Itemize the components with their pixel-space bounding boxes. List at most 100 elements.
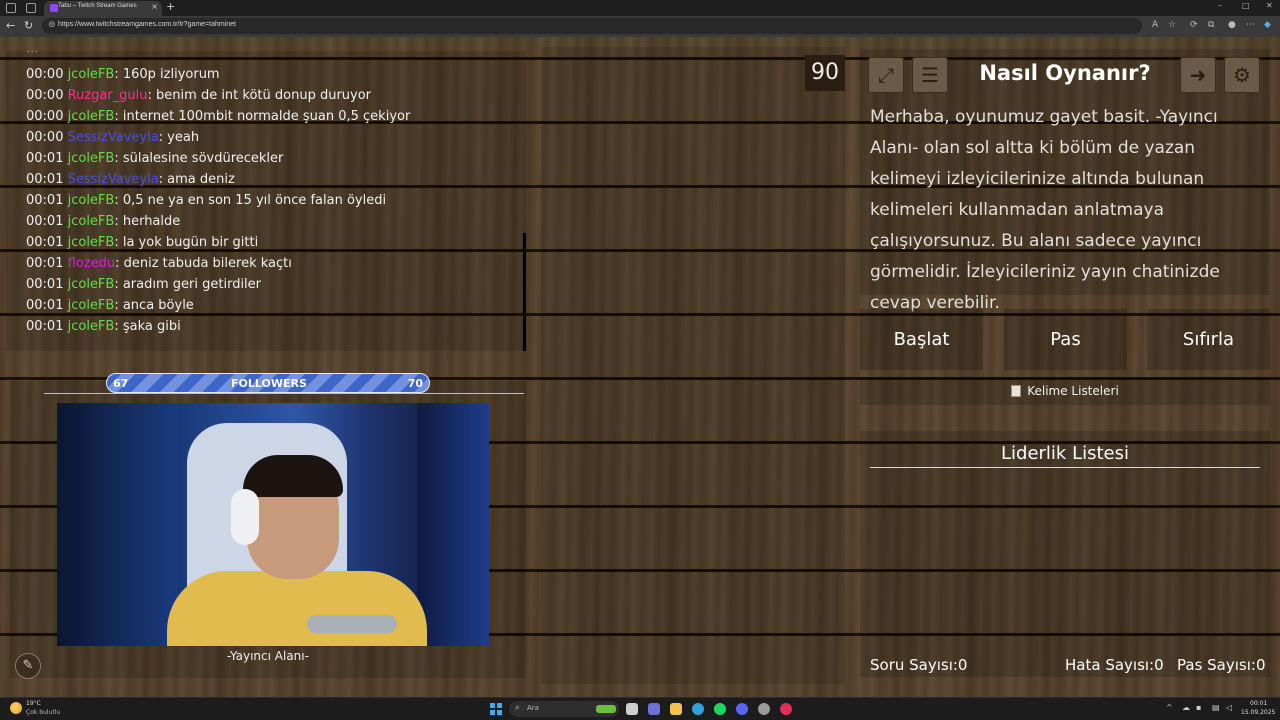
favorite-star-icon[interactable]: ☆: [1168, 20, 1176, 30]
chat-username[interactable]: flozedu: [68, 256, 115, 271]
back-icon[interactable]: ←: [6, 19, 15, 32]
chat-message: 00:01 flozedu: deniz tabuda bilerek kaçt…: [26, 256, 292, 271]
streamer-area-label: -Yayıncı Alanı-: [227, 649, 309, 663]
chat-message: 00:00 Ruzgar_gulu: benim de int kötü don…: [26, 88, 371, 103]
followers-goal-bar: 67 FOLLOWERS 70: [106, 373, 430, 393]
reset-button[interactable]: Sıfırla: [1147, 309, 1270, 370]
windows-start-icon[interactable]: [490, 703, 502, 715]
tab-close-icon[interactable]: ×: [151, 2, 158, 11]
discord-icon[interactable]: [736, 703, 748, 715]
chat-username[interactable]: jcoleFB: [68, 235, 115, 250]
tray-cloud-icon[interactable]: ☁: [1182, 703, 1190, 712]
how-to-play-title: Nasıl Oynanır?: [979, 61, 1151, 85]
chat-time: 00:01: [26, 277, 64, 292]
chat-text: : sülalesine sövdürecekler: [114, 151, 284, 166]
refresh-page-icon[interactable]: ⟳: [1190, 20, 1198, 30]
webcam-feed: [57, 403, 489, 646]
profile-avatar-icon[interactable]: ●: [1228, 20, 1236, 30]
chat-username[interactable]: jcoleFB: [68, 298, 115, 313]
minimize-icon[interactable]: –: [1218, 1, 1222, 10]
chat-message: 00:00 jcoleFB: internet 100mbit normalde…: [26, 109, 410, 124]
chat-text: : internet 100mbit normalde şuan 0,5 çek…: [114, 109, 411, 124]
chat-text: : ama deniz: [158, 172, 235, 187]
chat-username[interactable]: SessizVaveyla: [68, 172, 159, 187]
chat-text: : deniz tabuda bilerek kaçtı: [115, 256, 292, 271]
maximize-icon[interactable]: □: [1242, 1, 1250, 10]
task-view-icon[interactable]: [626, 703, 638, 715]
address-url: https://www.twitchstreamgames.com.tr/tr?…: [58, 21, 236, 28]
chat-text: : aradım geri getirdiler: [114, 277, 262, 292]
chat-scrollbar[interactable]: [523, 233, 526, 351]
word-panel: 90: [541, 47, 845, 684]
chat-username[interactable]: jcoleFB: [68, 151, 115, 166]
pass-button[interactable]: Pas: [1004, 309, 1127, 370]
chat-time: 00:01: [26, 319, 64, 334]
tab-actions-icon[interactable]: [26, 3, 36, 13]
app-red-icon[interactable]: [780, 703, 792, 715]
notes-icon[interactable]: ☰: [912, 57, 948, 93]
chat-text: : la yok bugün bir gitti: [114, 235, 259, 250]
chat-text: : yeah: [158, 130, 200, 145]
word-lists-label: Kelime Listeleri: [1027, 384, 1119, 398]
site-info-icon[interactable]: ⊜: [48, 20, 56, 30]
file-explorer-icon[interactable]: [670, 703, 682, 715]
chat-message: 00:01 jcoleFB: şaka gibi: [26, 319, 181, 334]
settings-more-icon[interactable]: ⋯: [1246, 20, 1255, 30]
exit-icon[interactable]: ➜: [1180, 57, 1216, 93]
browser-tab[interactable]: Tabu – Twitch Stream Games ×: [44, 1, 162, 16]
clock-date: 15.09.2025: [1241, 709, 1276, 716]
copilot-app-icon[interactable]: [648, 703, 660, 715]
reload-icon[interactable]: ↻: [24, 19, 33, 32]
volume-icon[interactable]: ◁: [1226, 703, 1232, 712]
tray-app-icon[interactable]: ▪: [1196, 703, 1201, 712]
chat-username[interactable]: jcoleFB: [68, 277, 115, 292]
leaderboard-title: Liderlik Listesi: [1001, 443, 1129, 464]
countdown-timer: 90: [805, 55, 845, 91]
chat-username[interactable]: jcoleFB: [68, 214, 115, 229]
chat-message: 00:01 jcoleFB: la yok bugün bir gitti: [26, 235, 258, 250]
chat-username[interactable]: jcoleFB: [68, 67, 115, 82]
question-count: Soru Sayısı:0: [870, 656, 968, 674]
chat-username[interactable]: Ruzgar_gulu: [68, 88, 148, 103]
chat-panel: 00:00 jcoleFB: 160p izliyorum 00:00 Ruzga…: [6, 51, 526, 351]
windows-taskbar: 19°C Çok bulutlu ⌕ Ara ^ ☁ ▪ ▤ ◁ 00:01 1…: [0, 697, 1280, 720]
network-icon[interactable]: ▤: [1212, 703, 1220, 712]
edge-browser-icon[interactable]: [692, 703, 704, 715]
chat-username[interactable]: jcoleFB: [68, 319, 115, 334]
new-tab-button[interactable]: +: [166, 0, 175, 13]
chat-username[interactable]: SessizVaveyla: [68, 130, 159, 145]
chat-username[interactable]: jcoleFB: [68, 109, 115, 124]
spotify-icon[interactable]: [714, 703, 726, 715]
chat-time: 00:00: [26, 130, 64, 145]
browser-menu-icon[interactable]: [6, 3, 16, 13]
chat-time: 00:00: [26, 109, 64, 124]
game-page: 00:00 jcoleFB: 160p izliyorum 00:00 Ruzga…: [0, 37, 1280, 697]
read-aloud-icon[interactable]: A: [1152, 20, 1158, 30]
fullscreen-icon[interactable]: ⤢: [868, 57, 904, 93]
chat-time: 00:01: [26, 193, 64, 208]
start-button[interactable]: Başlat: [860, 309, 983, 370]
pen-tool-button[interactable]: ✎: [15, 653, 41, 679]
weather-icon[interactable]: [10, 702, 22, 714]
chat-text: : şaka gibi: [114, 319, 181, 334]
address-bar[interactable]: ⊜ https://www.twitchstreamgames.com.tr/t…: [42, 18, 1142, 34]
chat-time: 00:01: [26, 151, 64, 166]
chat-text: : herhalde: [114, 214, 181, 229]
followers-label: FOLLOWERS: [231, 377, 307, 390]
chat-message: 00:00 SessizVaveyla: yeah: [26, 130, 199, 145]
copilot-icon[interactable]: ◆: [1264, 20, 1271, 30]
widgets-icon[interactable]: [596, 705, 616, 713]
collections-icon[interactable]: ⧉: [1208, 20, 1214, 30]
chat-text: : anca böyle: [114, 298, 194, 313]
chat-time: 00:01: [26, 256, 64, 271]
tray-chevron-icon[interactable]: ^: [1166, 703, 1173, 712]
how-to-play-panel: ⤢ ☰ Nasıl Oynanır? ➜ ⚙ Merhaba, oyunumuz…: [860, 49, 1270, 313]
settings-gear-icon[interactable]: ⚙: [1224, 57, 1260, 93]
chat-message: 00:01 jcoleFB: 0,5 ne ya en son 15 yıl ö…: [26, 193, 386, 208]
leaderboard-panel: Liderlik Listesi Soru Sayısı:0 Hata Sayı…: [860, 431, 1270, 677]
chat-message: 00:01 jcoleFB: herhalde: [26, 214, 180, 229]
close-window-icon[interactable]: ✕: [1266, 1, 1273, 10]
obs-icon[interactable]: [758, 703, 770, 715]
word-lists-button[interactable]: Kelime Listeleri: [860, 377, 1270, 405]
chat-username[interactable]: jcoleFB: [68, 193, 115, 208]
